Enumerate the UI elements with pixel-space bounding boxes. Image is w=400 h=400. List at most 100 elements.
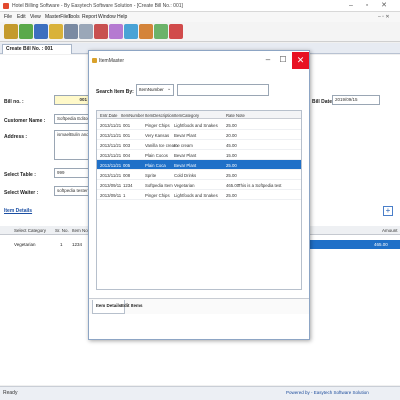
menu-edit[interactable]: Edit bbox=[17, 14, 26, 20]
col-note[interactable]: Note bbox=[236, 113, 245, 118]
check-icon[interactable] bbox=[19, 24, 33, 39]
item-cell-desc: Vanilla Ice cream bbox=[145, 143, 178, 148]
item-cell-rate: 45.00 bbox=[226, 143, 237, 148]
item-cell-cat: Bevar Plant bbox=[174, 153, 197, 158]
document-tab[interactable]: Create Bill No. : 001 bbox=[2, 44, 72, 54]
table-icon[interactable] bbox=[79, 24, 93, 39]
col-entr-date[interactable]: Entr.Date bbox=[100, 113, 117, 118]
col-item-description[interactable]: ItemDescription bbox=[145, 113, 174, 118]
list-icon[interactable] bbox=[64, 24, 78, 39]
item-cell-cat: Bevar Plant bbox=[174, 163, 197, 168]
menu-tools[interactable]: Tools bbox=[68, 14, 80, 20]
item-details-link[interactable]: Item Details bbox=[4, 208, 32, 214]
item-cell-cat: Lightfoods and Snakes bbox=[174, 193, 218, 198]
item-cell-rate: 20.00 bbox=[226, 133, 237, 138]
item-cell-desc: Sprite bbox=[145, 173, 157, 178]
dialog-title: ItemMaster bbox=[99, 58, 125, 64]
item-cell-desc: Plain Coca bbox=[145, 163, 166, 168]
mdi-controls-icon[interactable]: – ▫ ✕ bbox=[378, 14, 390, 20]
col-amount[interactable]: Amount bbox=[382, 228, 398, 233]
item-cell-rate: 25.00 bbox=[226, 163, 237, 168]
bill-no-label: Bill no. : bbox=[4, 99, 24, 105]
close-button[interactable]: ✕ bbox=[377, 0, 391, 12]
item-cell-desc: Softpedia Item bbox=[145, 183, 173, 188]
dialog-maximize-button[interactable]: ☐ bbox=[276, 52, 290, 68]
item-cell-desc: Pinger Chips bbox=[145, 123, 170, 128]
status-powered-by: Powered by - Easytech Software Solution bbox=[286, 390, 369, 395]
report-icon[interactable] bbox=[94, 24, 108, 39]
item-cell-date: 2013/09/11 bbox=[100, 193, 122, 198]
item-cell-desc: Plain Cocos bbox=[145, 153, 168, 158]
select-table-field[interactable]: 999 bbox=[54, 168, 90, 178]
item-cell-cat: Bevar Plant bbox=[174, 133, 197, 138]
item-cell-rate: 25.00 bbox=[226, 173, 237, 178]
item-cell-date: 2013/11/21 bbox=[100, 163, 122, 168]
item-cell-cat: Cold Drinks bbox=[174, 173, 197, 178]
dialog-icon bbox=[92, 58, 97, 63]
menu-masterfiles[interactable]: MasterFiles bbox=[45, 14, 71, 20]
search-by-label: Search Item By: bbox=[96, 89, 134, 95]
col-item-number[interactable]: ItemNumber bbox=[121, 113, 144, 118]
address-field[interactable]: ismaelBulin and no. 3b bbox=[54, 130, 90, 160]
item-cell-date: 2013/09/11 bbox=[100, 183, 122, 188]
row-amount: 465.00 bbox=[374, 242, 388, 247]
status-ready: Ready bbox=[3, 390, 18, 396]
item-cell-num: 004 bbox=[123, 153, 131, 158]
select-waiter-label: Select Waiter : bbox=[4, 190, 39, 196]
backup-icon[interactable] bbox=[154, 24, 168, 39]
col-item-no[interactable]: Item No bbox=[72, 228, 88, 233]
item-cell-num: 005 bbox=[123, 163, 131, 168]
row-sr-no: 1 bbox=[60, 242, 63, 247]
item-cell-num: 008 bbox=[123, 173, 131, 178]
item-cell-rate: 15.00 bbox=[226, 153, 237, 158]
address-label: Address : bbox=[4, 134, 28, 140]
exit-icon[interactable] bbox=[169, 24, 183, 39]
menu-help[interactable]: Help bbox=[117, 14, 127, 20]
menu-report[interactable]: Report bbox=[82, 14, 97, 20]
item-cell-date: 2013/11/21 bbox=[100, 133, 122, 138]
new-bill-icon[interactable] bbox=[4, 24, 18, 39]
users-icon[interactable] bbox=[109, 24, 123, 39]
col-sr-no[interactable]: Sr. No. bbox=[55, 228, 69, 233]
item-cell-num: 001 bbox=[123, 123, 131, 128]
maximize-button[interactable]: ▫ bbox=[360, 0, 374, 12]
col-item-category[interactable]: ItemCategory bbox=[174, 113, 199, 118]
bill-no-field[interactable]: 001 bbox=[54, 95, 90, 105]
item-cell-num: 1 bbox=[123, 193, 126, 198]
item-cell-desc: Very Kansas bbox=[145, 133, 170, 138]
item-cell-cat: Vegetarian bbox=[174, 183, 195, 188]
app-icon bbox=[3, 3, 9, 9]
item-cell-num: 003 bbox=[123, 143, 131, 148]
item-cell-cat: Lightfoods and Snakes bbox=[174, 123, 218, 128]
print-icon[interactable] bbox=[139, 24, 153, 39]
select-waiter-field[interactable]: softpedia tester bbox=[54, 186, 90, 196]
item-cell-date: 2013/11/21 bbox=[100, 123, 122, 128]
item-cell-num: 001 bbox=[123, 133, 131, 138]
bill-date-field[interactable]: 2019/09/15 bbox=[332, 95, 380, 105]
item-cell-num: 1234 bbox=[123, 183, 133, 188]
row-item-no: 1234 bbox=[72, 242, 83, 247]
col-select-category[interactable]: Select Category bbox=[14, 228, 46, 233]
dialog-close-button[interactable]: ✕ bbox=[292, 52, 309, 69]
item-cell-date: 2013/11/21 bbox=[100, 143, 122, 148]
settings-icon[interactable] bbox=[124, 24, 138, 39]
minimize-button[interactable]: – bbox=[344, 0, 358, 12]
item-cell-note: This is a Softpedia test bbox=[238, 183, 282, 188]
customer-name-label: Customer Name : bbox=[4, 118, 46, 124]
search-input[interactable] bbox=[177, 84, 269, 96]
customer-name-field[interactable]: Softpedia Editor bbox=[54, 114, 90, 124]
row-category: Vegetarian bbox=[14, 242, 36, 247]
edit-icon[interactable] bbox=[34, 24, 48, 39]
item-cell-rate: 25.00 bbox=[226, 123, 237, 128]
tab-edit-items[interactable]: Edit Items bbox=[118, 300, 146, 314]
item-cell-date: 2013/11/21 bbox=[100, 173, 122, 178]
item-cell-rate: 25.00 bbox=[226, 193, 237, 198]
menu-window[interactable]: Window bbox=[98, 14, 116, 20]
menu-view[interactable]: View bbox=[30, 14, 41, 20]
col-rate[interactable]: Rate bbox=[226, 113, 235, 118]
chevron-down-icon[interactable]: ⌄ bbox=[167, 86, 171, 92]
add-item-button[interactable]: + bbox=[383, 206, 393, 216]
folder-icon[interactable] bbox=[49, 24, 63, 39]
dialog-minimize-button[interactable]: – bbox=[261, 52, 275, 68]
menu-file[interactable]: File bbox=[4, 14, 12, 20]
